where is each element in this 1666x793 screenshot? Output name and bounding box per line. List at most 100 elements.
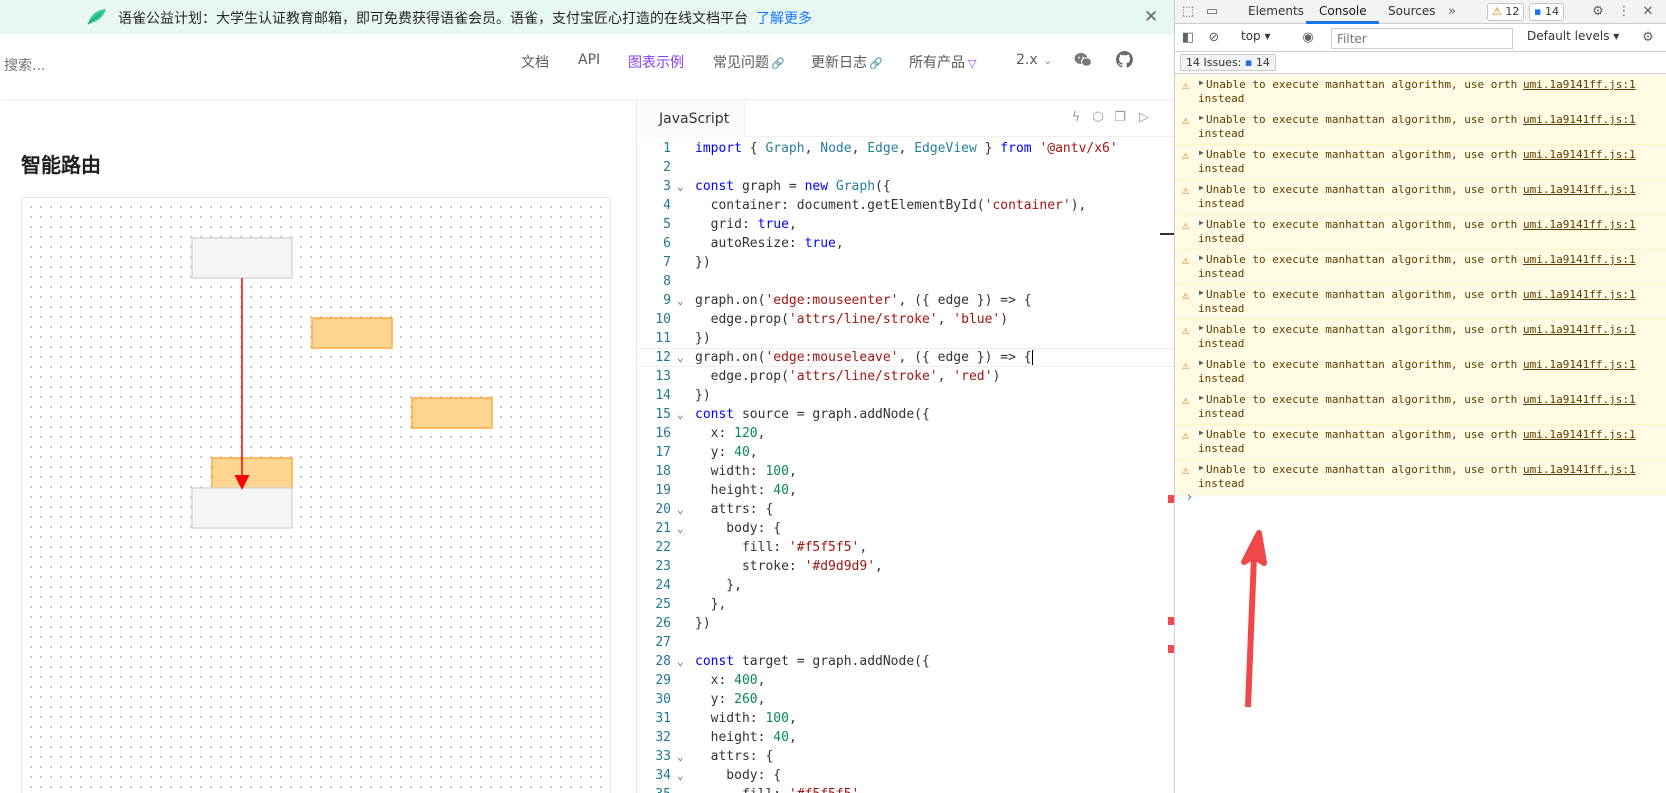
warnings-badge[interactable]: ⚠ 12 [1487,3,1525,21]
codesandbox-icon[interactable]: ⬡ [1089,110,1107,128]
console-warning-message[interactable]: ⚠ ▶ Unable to execute manhattan algorithm,… [1175,250,1666,285]
nav-examples[interactable]: 图表示例 [628,52,684,72]
code-line[interactable]: 16 x: 120, [637,424,1174,443]
code-line[interactable]: 5 grid: true, [637,215,1174,234]
code-line[interactable]: 32 height: 40, [637,728,1174,747]
code-line[interactable]: 12 ⌄ graph.on('edge:mouseleave', ({ edge }… [637,348,1174,367]
nav-docs[interactable]: 文档 [521,52,549,72]
console-settings-gear-icon[interactable]: ⚙ [1639,29,1657,47]
live-expression-eye-icon[interactable]: ◉ [1299,29,1317,47]
code-line[interactable]: 20 ⌄ attrs: { [637,500,1174,519]
inspect-element-icon[interactable]: ⬚ [1179,3,1197,21]
code-line[interactable]: 6 autoResize: true, [637,234,1174,253]
console-warning-message[interactable]: ⚠ ▶ Unable to execute manhattan algorithm,… [1175,355,1666,390]
banner-close-icon[interactable]: ✕ [1144,7,1158,27]
code-line[interactable]: 26}) [637,614,1174,633]
code-line[interactable]: 21 ⌄ body: { [637,519,1174,538]
code-line[interactable]: 29 x: 400, [637,671,1174,690]
source-link[interactable]: umi.1a9141ff.js:1 [1523,78,1636,91]
code-line[interactable]: 9 ⌄ graph.on('edge:mouseenter', ({ edge })… [637,291,1174,310]
code-line[interactable]: 13 edge.prop('attrs/line/stroke', 'red') [637,367,1174,386]
source-node[interactable] [191,237,293,279]
code-line[interactable]: 33 ⌄ attrs: { [637,747,1174,766]
code-line[interactable]: 14}) [637,386,1174,405]
obstacle-node[interactable] [311,317,393,349]
console-warning-message[interactable]: ⚠ ▶ Unable to execute manhattan algorithm,… [1175,285,1666,320]
fold-chevron-icon[interactable]: ⌄ [677,291,684,310]
fold-chevron-icon[interactable]: ⌄ [677,519,684,538]
fold-chevron-icon[interactable]: ⌄ [677,405,684,424]
settings-gear-icon[interactable]: ⚙ [1589,3,1607,21]
source-link[interactable]: umi.1a9141ff.js:1 [1523,463,1636,476]
obstacle-node[interactable] [211,457,293,489]
code-line[interactable]: 23 stroke: '#d9d9d9', [637,557,1174,576]
wechat-icon[interactable] [1074,52,1092,68]
source-link[interactable]: umi.1a9141ff.js:1 [1523,288,1636,301]
nav-changelog[interactable]: 更新日志 🔗 [811,52,883,72]
expand-triangle-icon[interactable]: ▶ [1199,78,1204,87]
fold-chevron-icon[interactable]: ⌄ [677,177,684,196]
source-link[interactable]: umi.1a9141ff.js:1 [1523,253,1636,266]
target-node[interactable] [191,487,293,529]
clear-console-icon[interactable]: ⊘ [1205,29,1223,47]
code-line[interactable]: 3 ⌄ const graph = new Graph({ [637,177,1174,196]
expand-triangle-icon[interactable]: ▶ [1199,393,1204,402]
console-warning-message[interactable]: ⚠ ▶ Unable to execute manhattan algorithm,… [1175,425,1666,460]
code-line[interactable]: 30 y: 260, [637,690,1174,709]
code-line[interactable]: 35 fill: '#f5f5f5', [637,785,1174,793]
code-line[interactable]: 34 ⌄ body: { [637,766,1174,785]
expand-triangle-icon[interactable]: ▶ [1199,358,1204,367]
nav-all-products[interactable]: 所有产品 ▽ [909,52,976,72]
code-line[interactable]: 24 }, [637,576,1174,595]
console-warning-message[interactable]: ⚠ ▶ Unable to execute manhattan algorithm,… [1175,145,1666,180]
console-warning-message[interactable]: ⚠ ▶ Unable to execute manhattan algorithm,… [1175,75,1666,110]
fold-chevron-icon[interactable]: ⌄ [677,652,684,671]
tab-console[interactable]: Console [1319,4,1367,18]
obstacle-node[interactable] [411,397,493,429]
nav-api[interactable]: API [578,52,600,68]
close-icon[interactable]: ✕ [1639,3,1657,21]
source-link[interactable]: umi.1a9141ff.js:1 [1523,358,1636,371]
device-toolbar-icon[interactable]: ▭ [1203,3,1221,21]
fold-chevron-icon[interactable]: ⌄ [677,348,684,367]
fold-chevron-icon[interactable]: ⌄ [677,500,684,519]
code-area[interactable]: 1 import { Graph, Node, Edge, EdgeView } … [637,139,1174,793]
expand-triangle-icon[interactable]: ▶ [1199,148,1204,157]
code-line[interactable]: 27 [637,633,1174,652]
expand-triangle-icon[interactable]: ▶ [1199,253,1204,262]
copy-icon[interactable]: ❐ [1111,110,1129,128]
source-link[interactable]: umi.1a9141ff.js:1 [1523,323,1636,336]
code-line[interactable]: 25 }, [637,595,1174,614]
code-line[interactable]: 22 fill: '#f5f5f5', [637,538,1174,557]
code-line[interactable]: 28 ⌄ const target = graph.addNode({ [637,652,1174,671]
banner-learn-more-link[interactable]: 了解更多 [756,11,812,27]
fold-chevron-icon[interactable]: ⌄ [677,766,684,785]
fold-chevron-icon[interactable]: ⌄ [677,747,684,766]
kebab-menu-icon[interactable]: ⋮ [1615,3,1633,21]
expand-triangle-icon[interactable]: ▶ [1199,428,1204,437]
code-line[interactable]: 17 y: 40, [637,443,1174,462]
lightning-icon[interactable]: ϟ [1067,110,1085,128]
expand-triangle-icon[interactable]: ▶ [1199,323,1204,332]
code-line[interactable]: 15 ⌄ const source = graph.addNode({ [637,405,1174,424]
code-line[interactable]: 8 [637,272,1174,291]
sidebar-toggle-icon[interactable]: ◧ [1179,29,1197,47]
expand-triangle-icon[interactable]: ▶ [1199,288,1204,297]
code-line[interactable]: 10 edge.prop('attrs/line/stroke', 'blue'… [637,310,1174,329]
search-input[interactable] [4,58,204,74]
console-prompt[interactable]: › [1187,490,1192,505]
console-warning-message[interactable]: ⚠ ▶ Unable to execute manhattan algorithm,… [1175,180,1666,215]
code-line[interactable]: 11}) [637,329,1174,348]
code-line[interactable]: 18 width: 100, [637,462,1174,481]
source-link[interactable]: umi.1a9141ff.js:1 [1523,113,1636,126]
source-link[interactable]: umi.1a9141ff.js:1 [1523,218,1636,231]
tab-javascript[interactable]: JavaScript [637,101,745,137]
console-filter-input[interactable] [1331,28,1513,49]
source-link[interactable]: umi.1a9141ff.js:1 [1523,428,1636,441]
console-warning-message[interactable]: ⚠ ▶ Unable to execute manhattan algorithm,… [1175,460,1666,495]
expand-triangle-icon[interactable]: ▶ [1199,183,1204,192]
expand-triangle-icon[interactable]: ▶ [1199,463,1204,472]
console-warning-message[interactable]: ⚠ ▶ Unable to execute manhattan algorithm,… [1175,320,1666,355]
expand-triangle-icon[interactable]: ▶ [1199,113,1204,122]
code-line[interactable]: 4 container: document.getElementById('co… [637,196,1174,215]
